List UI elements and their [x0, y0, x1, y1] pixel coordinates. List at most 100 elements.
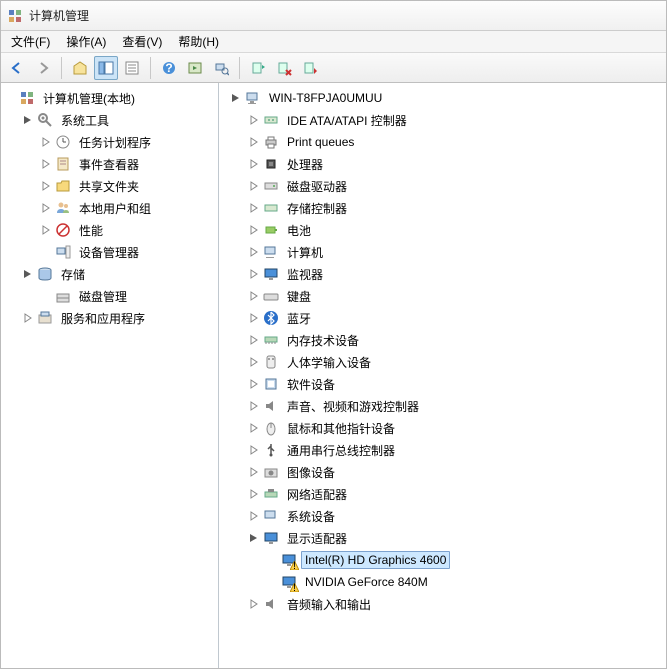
node-label: 计算机 — [283, 242, 327, 263]
node-label: 存储控制器 — [283, 198, 351, 219]
expand-icon[interactable] — [39, 201, 53, 215]
node-shared-folders[interactable]: 共享文件夹 — [39, 175, 216, 197]
scan-hardware-button[interactable] — [209, 56, 233, 80]
expand-icon[interactable] — [247, 201, 261, 215]
computer-management-icon — [19, 90, 35, 106]
node-label: 存储 — [57, 264, 89, 285]
node-computer-management[interactable]: 计算机管理(本地) — [3, 87, 216, 109]
left-tree-pane[interactable]: 计算机管理(本地) 系统工具 任务计划程序 事件查看器 共享文件夹 — [1, 83, 219, 668]
bluetooth-icon — [263, 310, 279, 326]
expand-icon[interactable] — [247, 421, 261, 435]
back-button[interactable] — [5, 56, 29, 80]
expand-icon[interactable] — [247, 377, 261, 391]
node-services[interactable]: 服务和应用程序 — [21, 307, 216, 329]
help-button[interactable]: ? — [157, 56, 181, 80]
expand-icon[interactable] — [247, 465, 261, 479]
expand-icon[interactable] — [39, 157, 53, 171]
node-mouse[interactable]: 鼠标和其他指针设备 — [247, 417, 664, 439]
node-event-viewer[interactable]: 事件查看器 — [39, 153, 216, 175]
show-tree-button[interactable] — [94, 56, 118, 80]
expand-icon[interactable] — [247, 355, 261, 369]
menu-view[interactable]: 查看(V) — [114, 31, 170, 52]
node-label: 软件设备 — [283, 374, 339, 395]
forward-button[interactable] — [31, 56, 55, 80]
node-task-scheduler[interactable]: 任务计划程序 — [39, 131, 216, 153]
expand-icon[interactable] — [39, 179, 53, 193]
expand-icon[interactable] — [247, 399, 261, 413]
expand-icon[interactable] — [247, 311, 261, 325]
node-disk-management[interactable]: 磁盘管理 — [39, 285, 216, 307]
expand-icon[interactable] — [39, 135, 53, 149]
menu-help[interactable]: 帮助(H) — [170, 31, 227, 52]
node-intel-graphics[interactable]: !Intel(R) HD Graphics 4600 — [265, 549, 664, 571]
node-battery[interactable]: 电池 — [247, 219, 664, 241]
node-label: 任务计划程序 — [75, 132, 155, 153]
node-computer[interactable]: WIN-T8FPJA0UMUU — [229, 87, 664, 109]
node-label: 通用串行总线控制器 — [283, 440, 399, 461]
expand-icon[interactable] — [247, 443, 261, 457]
node-label: 系统工具 — [57, 110, 113, 131]
node-label: 声音、视频和游戏控制器 — [283, 396, 423, 417]
expand-icon[interactable] — [39, 223, 53, 237]
collapse-icon[interactable] — [247, 531, 261, 545]
expand-icon[interactable] — [21, 311, 35, 325]
usb-icon — [263, 442, 279, 458]
node-print[interactable]: Print queues — [247, 131, 664, 153]
display-adapter-icon — [263, 530, 279, 546]
node-device-manager[interactable]: 设备管理器 — [39, 241, 216, 263]
up-button[interactable] — [68, 56, 92, 80]
node-nvidia[interactable]: !NVIDIA GeForce 840M — [265, 571, 664, 593]
node-monitor[interactable]: 监视器 — [247, 263, 664, 285]
node-audio-io[interactable]: 音频输入和输出 — [247, 593, 664, 615]
expand-icon[interactable] — [247, 113, 261, 127]
expand-icon[interactable] — [247, 135, 261, 149]
expand-icon[interactable] — [247, 245, 261, 259]
node-software[interactable]: 软件设备 — [247, 373, 664, 395]
action-button[interactable] — [183, 56, 207, 80]
expand-icon[interactable] — [247, 289, 261, 303]
node-system-tools[interactable]: 系统工具 — [21, 109, 216, 131]
node-hid[interactable]: 人体学输入设备 — [247, 351, 664, 373]
node-label: NVIDIA GeForce 840M — [301, 573, 432, 591]
node-storage[interactable]: 存储 — [21, 263, 216, 285]
monitor-icon — [263, 266, 279, 282]
node-computer-cat[interactable]: 计算机 — [247, 241, 664, 263]
node-sound[interactable]: 声音、视频和游戏控制器 — [247, 395, 664, 417]
node-imaging[interactable]: 图像设备 — [247, 461, 664, 483]
expand-icon[interactable] — [247, 597, 261, 611]
collapse-icon[interactable] — [21, 267, 35, 281]
node-display-adapters[interactable]: 显示适配器 — [247, 527, 664, 549]
node-ide[interactable]: IDE ATA/ATAPI 控制器 — [247, 109, 664, 131]
node-label: 本地用户和组 — [75, 198, 155, 219]
node-label: 设备管理器 — [75, 242, 143, 263]
right-tree-pane[interactable]: WIN-T8FPJA0UMUU IDE ATA/ATAPI 控制器 Print … — [219, 83, 666, 668]
printer-icon — [263, 134, 279, 150]
node-memory[interactable]: 内存技术设备 — [247, 329, 664, 351]
node-performance[interactable]: 性能 — [39, 219, 216, 241]
expand-icon[interactable] — [247, 223, 261, 237]
menu-file[interactable]: 文件(F) — [3, 31, 58, 52]
node-cpu[interactable]: 处理器 — [247, 153, 664, 175]
node-system-dev[interactable]: 系统设备 — [247, 505, 664, 527]
expand-icon[interactable] — [247, 267, 261, 281]
expand-icon[interactable] — [247, 509, 261, 523]
storage-ctrl-icon — [263, 200, 279, 216]
node-network[interactable]: 网络适配器 — [247, 483, 664, 505]
node-usb[interactable]: 通用串行总线控制器 — [247, 439, 664, 461]
node-disk[interactable]: 磁盘驱动器 — [247, 175, 664, 197]
node-storage-ctrl[interactable]: 存储控制器 — [247, 197, 664, 219]
collapse-icon[interactable] — [21, 113, 35, 127]
uninstall-button[interactable] — [272, 56, 296, 80]
properties-button[interactable] — [120, 56, 144, 80]
node-keyboard[interactable]: 键盘 — [247, 285, 664, 307]
expand-icon[interactable] — [247, 333, 261, 347]
expand-icon[interactable] — [247, 157, 261, 171]
expand-icon[interactable] — [247, 179, 261, 193]
node-local-users[interactable]: 本地用户和组 — [39, 197, 216, 219]
collapse-icon[interactable] — [229, 91, 243, 105]
node-bluetooth[interactable]: 蓝牙 — [247, 307, 664, 329]
expand-icon[interactable] — [247, 487, 261, 501]
disable-button[interactable] — [298, 56, 322, 80]
menu-action[interactable]: 操作(A) — [58, 31, 114, 52]
update-driver-button[interactable] — [246, 56, 270, 80]
